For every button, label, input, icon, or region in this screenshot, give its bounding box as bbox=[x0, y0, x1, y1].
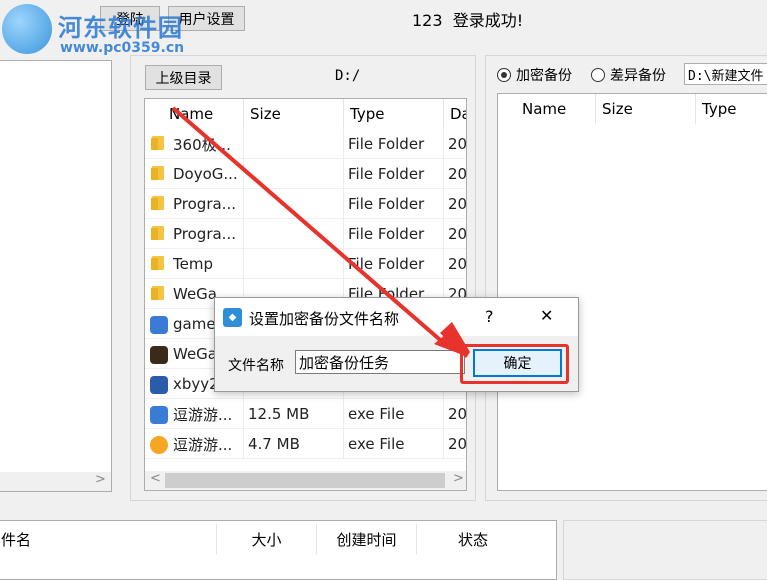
watermark-title: 河东软件园 bbox=[58, 14, 183, 42]
watermark-url: www.pc0359.cn bbox=[60, 40, 185, 56]
arrow-shaft bbox=[171, 106, 448, 347]
annotation-arrow bbox=[171, 106, 470, 358]
watermark-logo-icon bbox=[2, 4, 52, 54]
